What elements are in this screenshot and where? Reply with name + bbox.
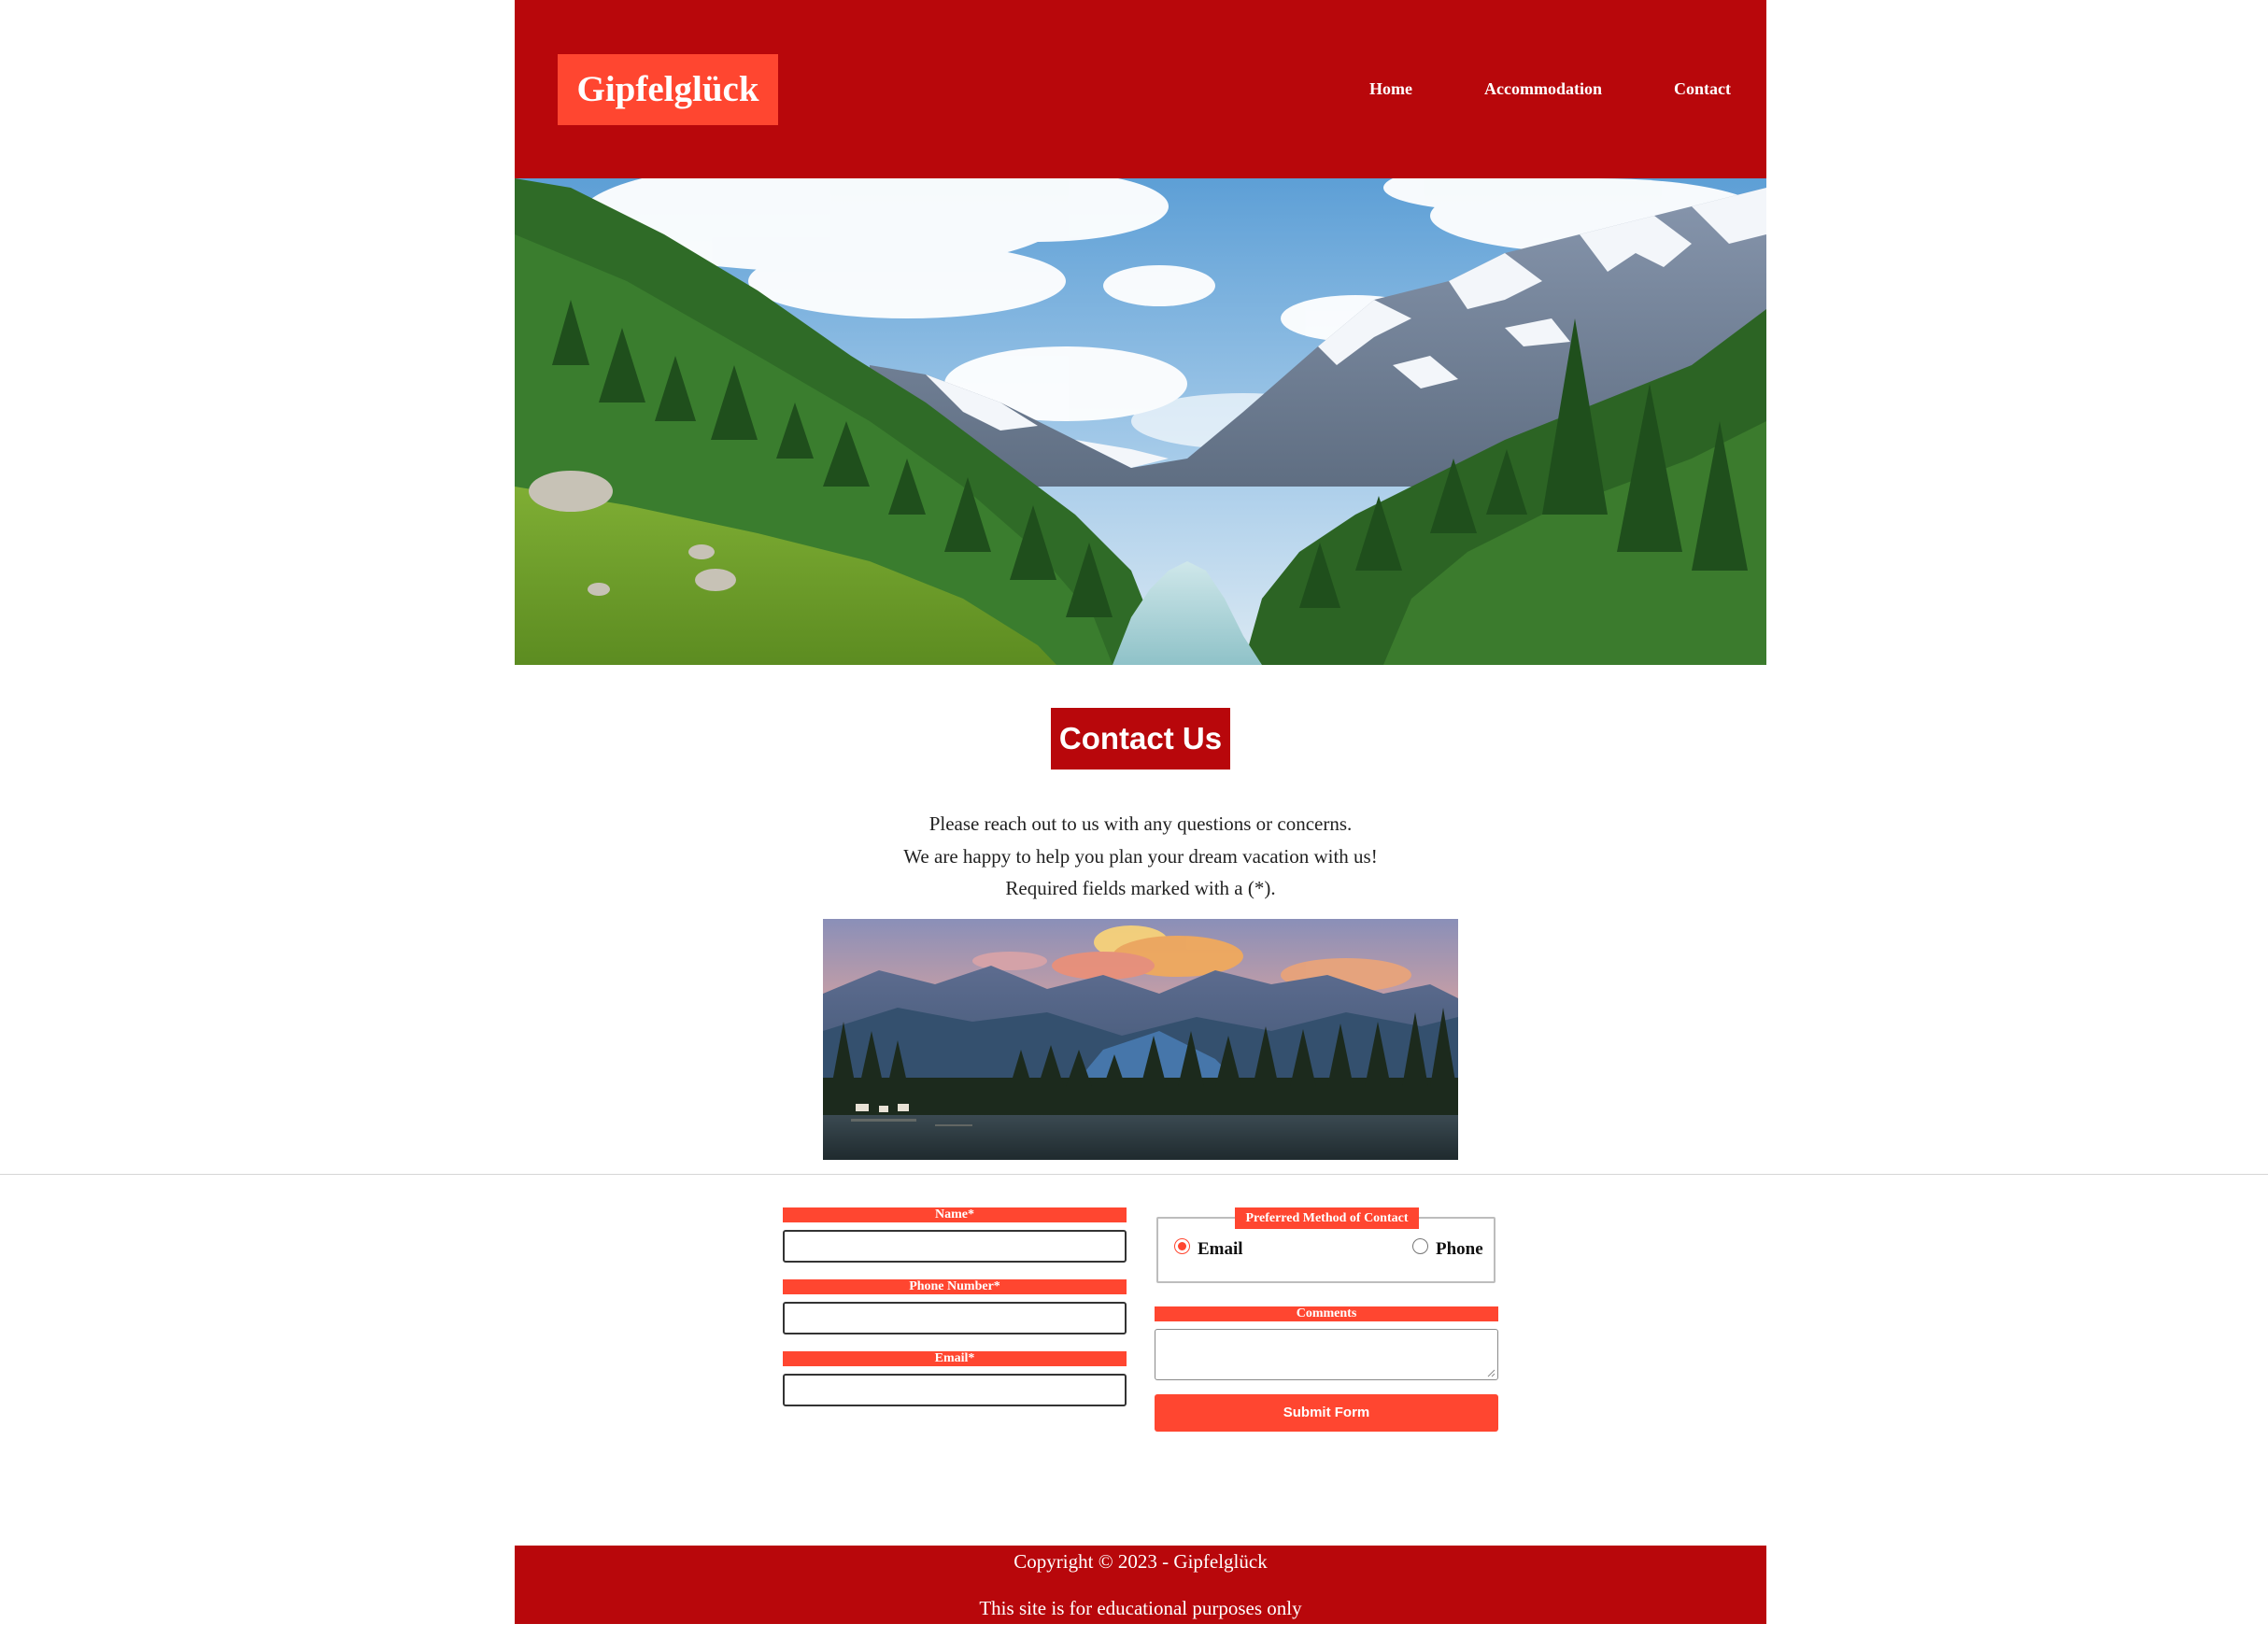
site-logo[interactable]: Gipfelglück — [558, 54, 778, 125]
contact-phone-radio[interactable] — [1412, 1238, 1428, 1254]
intro-text: Please reach out to us with any question… — [667, 808, 1614, 905]
hero-image-alpine-valley — [515, 178, 1766, 665]
preferred-contact-legend: Preferred Method of Contact — [1235, 1207, 1419, 1229]
mountain-lake-image — [823, 919, 1458, 1160]
section-divider — [0, 1174, 2268, 1175]
footer-copyright: Copyright © 2023 - Gipfelglück — [1014, 1550, 1268, 1573]
intro-line: Please reach out to us with any question… — [928, 812, 1353, 835]
submit-form-button[interactable]: Submit Form — [1155, 1394, 1498, 1432]
comments-label: Comments — [1155, 1306, 1498, 1321]
contact-us-heading: Contact Us — [1051, 708, 1230, 770]
intro-line: Required fields marked with a (*). — [1005, 877, 1276, 899]
phone-number-label: Phone Number* — [783, 1279, 1127, 1294]
email-field[interactable] — [783, 1374, 1127, 1406]
comments-field[interactable] — [1155, 1329, 1498, 1380]
name-field[interactable] — [783, 1230, 1127, 1263]
name-label: Name* — [783, 1207, 1127, 1222]
nav-link-home[interactable]: Home — [1369, 77, 1412, 101]
footer-note: This site is for educational purposes on… — [979, 1597, 1302, 1619]
email-label: Email* — [783, 1351, 1127, 1366]
contact-phone-label[interactable]: Phone — [1436, 1239, 1483, 1260]
site-footer: Copyright © 2023 - Gipfelglück This site… — [515, 1546, 1766, 1624]
phone-number-field[interactable] — [783, 1302, 1127, 1334]
site-header: Gipfelglück Home Accommodation Contact — [515, 0, 1766, 178]
nav-link-accommodation[interactable]: Accommodation — [1484, 77, 1602, 101]
contact-email-radio[interactable] — [1174, 1238, 1190, 1254]
nav-link-contact[interactable]: Contact — [1674, 77, 1731, 101]
main-nav: Home Accommodation Contact — [1369, 77, 1731, 101]
intro-line: We are happy to help you plan your dream… — [903, 844, 1378, 868]
resize-grip-icon[interactable] — [1487, 1369, 1495, 1377]
contact-email-label[interactable]: Email — [1198, 1239, 1243, 1260]
